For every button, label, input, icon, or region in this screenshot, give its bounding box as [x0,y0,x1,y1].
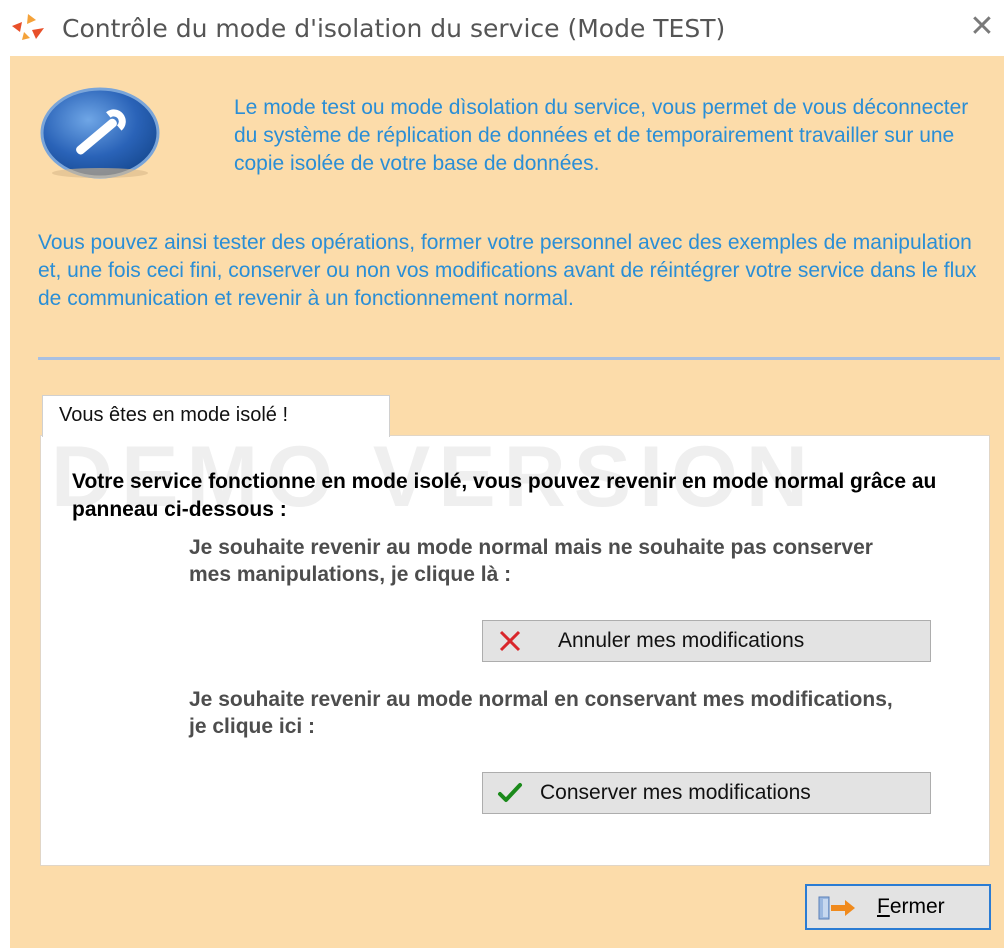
cancel-changes-button[interactable]: Annuler mes modifications [482,620,931,662]
close-button-label: Fermer [877,895,945,918]
tab-panel: DEMO VERSION Votre service fonctionne en… [40,435,990,866]
intro-paragraph-2: Vous pouvez ainsi tester des opérations,… [38,231,977,310]
keep-changes-label: Conserver mes modifications [540,781,811,804]
red-x-icon [499,630,521,652]
panel-heading: Votre service fonctionne en mode isolé, … [72,470,937,521]
prompt-keep: Je souhaite revenir au mode normal en co… [189,688,893,738]
wrench-icon [40,87,160,179]
close-button[interactable]: Fermer [805,884,991,930]
keep-changes-button[interactable]: Conserver mes modifications [482,772,931,814]
close-icon[interactable]: ✕ [966,10,998,44]
tab-isolated-mode[interactable]: Vous êtes en mode isolé ! [42,395,390,437]
intro-paragraph-1: Le mode test ou mode dìsolation du servi… [234,96,969,175]
green-check-icon [498,783,522,802]
exit-door-icon [818,896,855,920]
title-bar: Contrôle du mode d'isolation du service … [0,0,1004,56]
separator [38,357,1000,360]
window-title: Contrôle du mode d'isolation du service … [62,14,726,43]
cancel-changes-label: Annuler mes modifications [558,629,805,652]
app-logo-icon [12,14,44,40]
prompt-cancel: Je souhaite revenir au mode normal mais … [189,536,873,586]
